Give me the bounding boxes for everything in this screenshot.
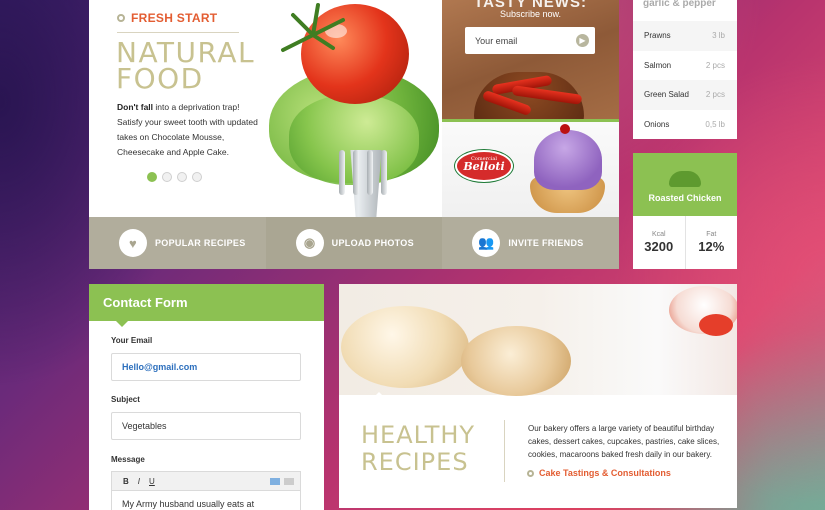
kcal-stat: Kcal 3200 [633,216,685,269]
recipe-card[interactable]: Roasted Chicken Kcal 3200 Fat 12% [633,153,737,269]
ingredient-name: Prawns [644,31,671,41]
upload-photos-label: UPLOAD PHOTOS [331,238,414,248]
hero-tag: FRESH START [117,11,217,25]
newsletter-panel: TASTY NEWS: Subscribe now. Your email ▶ [442,0,619,132]
ingredients-title: garlic & pepper [643,0,716,9]
fork-tine [353,150,359,195]
divider [117,32,239,33]
ingredients-list: Prawns 3 lb Salmon 2 pcs Green Salad 2 p… [633,21,737,139]
ingredient-qty: 3 lb [712,31,725,41]
list-icon[interactable] [284,477,294,485]
heart-icon: ♥ [119,229,147,257]
list-item: Green Salad 2 pcs [633,80,737,110]
hero-title-line2: FOOD [116,62,204,95]
fork-tine [367,150,373,195]
underline-button[interactable]: U [149,477,155,486]
healthy-title-line1: HEALTHY [361,421,476,449]
healthy-title-line2: RECIPES [361,448,469,476]
upload-photos-button[interactable]: ◉ UPLOAD PHOTOS [265,217,443,269]
cake-tastings-link[interactable]: Cake Tastings & Consultations [527,468,671,478]
bold-button[interactable]: B [123,477,129,486]
fat-stat: Fat 12% [684,216,738,269]
recipe-title: Roasted Chicken [648,193,722,203]
cherry-image [560,124,570,134]
email-field[interactable]: Hello@gmail.com [111,353,301,381]
hero-description: Don't fall into a deprivation trap! Sati… [117,100,267,160]
tomato-stem-image [281,3,345,52]
ingredient-qty: 2 pcs [705,90,725,100]
contact-form: Contact Form Your Email Hello@gmail.com … [89,284,324,510]
italic-button[interactable]: I [138,477,140,486]
kcal-label: Kcal [651,231,666,238]
healthy-recipes-description: Our bakery offers a large variety of bea… [528,424,720,459]
fork-tine [381,150,387,195]
message-label: Message [111,455,145,464]
brand-logo-small: Comercial [471,156,497,162]
cupcake-frosting-image [534,130,602,190]
email-label: Your Email [111,336,153,345]
recipe-header: Roasted Chicken [633,153,737,216]
pastry-image [461,326,571,396]
slider-dot-1[interactable] [147,172,157,182]
invite-friends-button[interactable]: 👥 INVITE FRIENDS [442,217,620,269]
ingredient-name: Green Salad [644,90,689,100]
popular-recipes-label: POPULAR RECIPES [155,238,246,248]
image-icon[interactable] [270,477,280,485]
subject-field[interactable]: Vegetables [111,412,301,440]
hero-tag-label: FRESH START [131,11,218,25]
brand-logo: Comercial Belloti [455,150,513,182]
slider-dot-3[interactable] [177,172,187,182]
healthy-recipes-card: HEALTHY RECIPES Our bakery offers a larg… [339,284,737,508]
invite-friends-label: INVITE FRIENDS [508,238,584,248]
promo-panel[interactable]: Comercial Belloti [442,122,619,217]
roast-chicken-icon [669,171,701,187]
ingredient-qty: 2 pcs [705,60,725,70]
fat-value: 12% [698,239,725,254]
fat-label: Fat [706,231,717,238]
camera-icon: ◉ [295,229,324,257]
list-item: Onions 0,5 lb [633,110,737,140]
contact-form-title: Contact Form [89,284,324,327]
slider-dot-4[interactable] [192,172,202,182]
slider-dots [147,172,202,182]
healthy-recipes-title: HEALTHY RECIPES [361,422,501,476]
editor-toolbar: B I U [111,471,301,491]
list-item: Salmon 2 pcs [633,51,737,81]
pastry-image [341,306,469,388]
banner-notch [373,392,385,398]
strawberry-image [699,314,733,336]
ingredient-name: Salmon [644,60,672,70]
newsletter-subtitle: Subscribe now. [499,9,562,19]
popular-recipes-button[interactable]: ♥ POPULAR RECIPES [89,217,266,269]
ingredient-name: Onions [644,119,670,129]
subject-label: Subject [111,395,140,404]
ingredients-card: garlic & pepper Prawns 3 lb Salmon 2 pcs… [633,0,737,139]
list-item: Prawns 3 lb [633,21,737,51]
fork-tine [339,150,345,195]
bullet-icon [527,469,534,477]
divider [504,420,505,482]
pastry-banner-image [339,284,737,396]
users-icon: 👥 [472,229,501,257]
toolbar-right [270,477,300,485]
arrow-right-icon[interactable]: ▶ [576,34,589,47]
bullet-icon [117,14,125,22]
cake-tastings-label: Cake Tastings & Consultations [539,468,671,478]
hero-description-bold: Don't fall [117,102,154,112]
recipe-stats: Kcal 3200 Fat 12% [633,216,737,269]
slider-dot-2[interactable] [162,172,172,182]
ingredient-qty: 0,5 lb [705,119,725,129]
hero-title: NATURAL FOOD [116,39,286,95]
kcal-value: 3200 [644,239,674,254]
message-textarea[interactable]: My Army husband usually eats at [111,491,301,510]
action-bar: ♥ POPULAR RECIPES ◉ UPLOAD PHOTOS 👥 INVI… [89,217,620,269]
